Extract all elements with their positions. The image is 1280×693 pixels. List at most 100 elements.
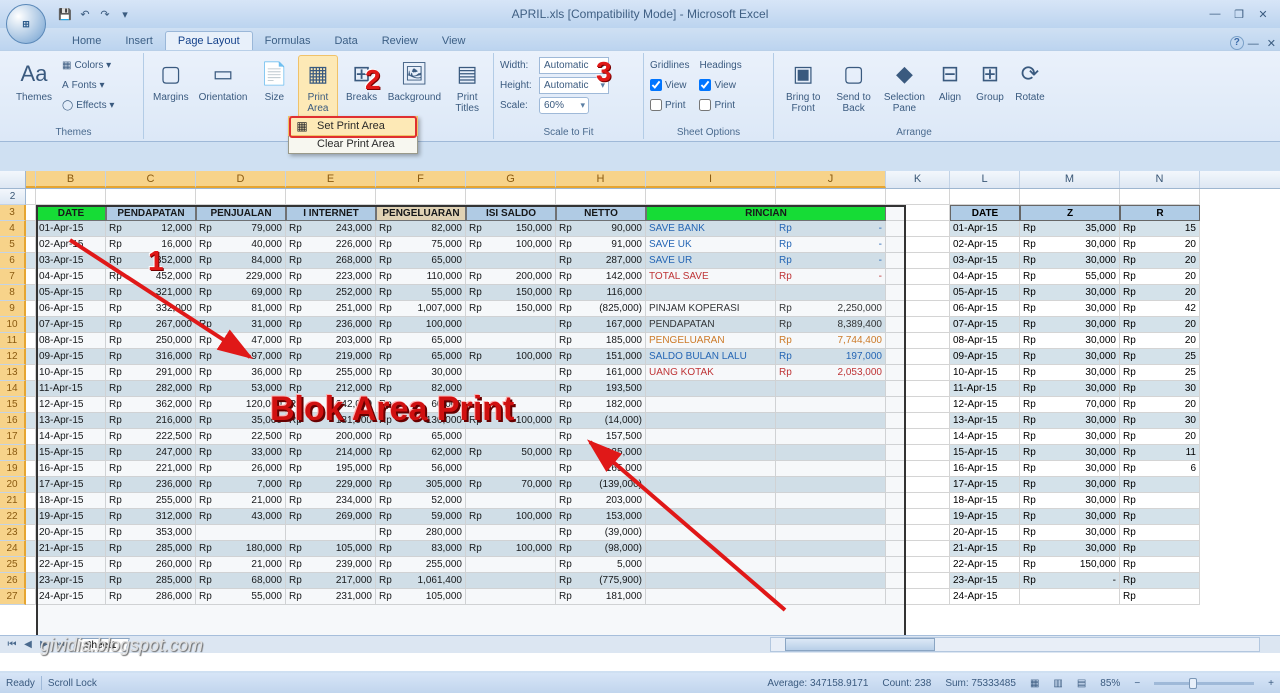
cell[interactable] xyxy=(776,509,886,525)
row-header[interactable]: 23 xyxy=(0,525,26,541)
cell[interactable]: Rp185,000 xyxy=(556,333,646,349)
cell[interactable]: Rp6 xyxy=(1120,461,1200,477)
cell[interactable] xyxy=(466,493,556,509)
cell[interactable]: Rp31,000 xyxy=(196,317,286,333)
cell[interactable]: DATE xyxy=(950,205,1020,221)
cell[interactable]: 04-Apr-15 xyxy=(950,269,1020,285)
cell[interactable]: Rp165,000 xyxy=(556,461,646,477)
cell[interactable] xyxy=(646,381,776,397)
cell[interactable] xyxy=(886,477,950,493)
cell[interactable]: Rp1,061,400 xyxy=(376,573,466,589)
cell[interactable]: 19-Apr-15 xyxy=(36,509,106,525)
cell[interactable]: Rp247,000 xyxy=(106,445,196,461)
cell[interactable] xyxy=(646,189,776,205)
cell[interactable] xyxy=(26,381,36,397)
rotate-button[interactable]: ⟳Rotate xyxy=(1012,55,1048,106)
cell[interactable]: Rp5,000 xyxy=(556,557,646,573)
cell[interactable] xyxy=(26,285,36,301)
cell[interactable] xyxy=(886,493,950,509)
orientation-button[interactable]: ▭Orientation xyxy=(196,55,251,106)
cell[interactable] xyxy=(26,397,36,413)
cell[interactable]: Rp234,000 xyxy=(286,493,376,509)
cell[interactable]: Rp xyxy=(1120,477,1200,493)
sheet-nav-first[interactable]: ⏮ xyxy=(4,639,20,650)
cell[interactable]: Rp30 xyxy=(1120,413,1200,429)
cell[interactable]: Rp50,000 xyxy=(466,445,556,461)
cell[interactable]: Rp157,500 xyxy=(556,429,646,445)
cell[interactable] xyxy=(886,397,950,413)
cell[interactable]: Rp7,000 xyxy=(196,477,286,493)
cell[interactable]: 05-Apr-15 xyxy=(36,285,106,301)
cell[interactable]: 08-Apr-15 xyxy=(950,333,1020,349)
cell[interactable]: 17-Apr-15 xyxy=(36,477,106,493)
cell[interactable]: Rp269,000 xyxy=(286,509,376,525)
cell[interactable]: 12-Apr-15 xyxy=(36,397,106,413)
cell[interactable] xyxy=(26,541,36,557)
cell[interactable]: Rp30,000 xyxy=(1020,285,1120,301)
cell[interactable]: Rp65,000 xyxy=(376,333,466,349)
cell[interactable]: Rp xyxy=(1120,557,1200,573)
cell[interactable]: 17-Apr-15 xyxy=(950,477,1020,493)
select-all-corner[interactable] xyxy=(0,171,26,188)
cell[interactable]: Rp226,000 xyxy=(286,237,376,253)
effects-button[interactable]: ◯Effects ▾ xyxy=(62,95,114,115)
row-header[interactable]: 8 xyxy=(0,285,26,301)
cell[interactable]: Rp xyxy=(1120,493,1200,509)
cell[interactable]: Rp(139,000) xyxy=(556,477,646,493)
cell[interactable]: 05-Apr-15 xyxy=(950,285,1020,301)
cell[interactable]: Rp20 xyxy=(1120,429,1200,445)
cell[interactable]: Rp321,000 xyxy=(106,285,196,301)
row-header[interactable]: 7 xyxy=(0,269,26,285)
cell[interactable] xyxy=(886,445,950,461)
cell[interactable] xyxy=(776,413,886,429)
align-button[interactable]: ⊟Align xyxy=(932,55,968,106)
cell[interactable]: Rp291,000 xyxy=(106,365,196,381)
cell[interactable]: Rp30 xyxy=(1120,381,1200,397)
cell[interactable]: PENDAPATAN xyxy=(106,205,196,221)
cell[interactable]: Rp25 xyxy=(1120,365,1200,381)
cell[interactable]: 21-Apr-15 xyxy=(36,541,106,557)
tab-page-layout[interactable]: Page Layout xyxy=(165,31,253,50)
cell[interactable]: Rp255,000 xyxy=(286,365,376,381)
themes-button[interactable]: AaThemes xyxy=(10,55,58,106)
cell[interactable]: Rp xyxy=(1120,509,1200,525)
cell[interactable] xyxy=(776,525,886,541)
cell[interactable]: Rp193,500 xyxy=(556,381,646,397)
cell[interactable]: Rp xyxy=(1120,541,1200,557)
cell[interactable]: Rp65,000 xyxy=(376,253,466,269)
cell[interactable]: UANG KOTAK xyxy=(646,365,776,381)
cell[interactable] xyxy=(26,269,36,285)
cell[interactable]: Rp268,000 xyxy=(286,253,376,269)
cell[interactable]: Rp55,000 xyxy=(1020,269,1120,285)
cell[interactable]: 04-Apr-15 xyxy=(36,269,106,285)
cell[interactable] xyxy=(776,573,886,589)
cell[interactable]: Rp182,000 xyxy=(556,397,646,413)
zoom-slider[interactable] xyxy=(1154,682,1254,685)
cell[interactable]: Rp(39,000) xyxy=(556,525,646,541)
cell[interactable] xyxy=(466,589,556,605)
cell[interactable]: Rp21,000 xyxy=(196,557,286,573)
cell[interactable] xyxy=(1120,189,1200,205)
cell[interactable]: 13-Apr-15 xyxy=(36,413,106,429)
cell[interactable]: Rp135,000 xyxy=(556,445,646,461)
view-normal-icon[interactable]: ▦ xyxy=(1030,678,1039,689)
cell[interactable] xyxy=(886,205,950,221)
cell[interactable] xyxy=(886,509,950,525)
cell[interactable]: Rp287,000 xyxy=(556,253,646,269)
cell[interactable]: Rp- xyxy=(776,269,886,285)
cell[interactable]: ISI SALDO xyxy=(466,205,556,221)
cell[interactable] xyxy=(886,253,950,269)
cell[interactable]: Rp33,000 xyxy=(196,445,286,461)
set-print-area-item[interactable]: ▦Set Print Area xyxy=(288,116,418,136)
size-button[interactable]: 📄Size xyxy=(255,55,295,106)
cell[interactable]: Rp260,000 xyxy=(106,557,196,573)
cell[interactable] xyxy=(646,461,776,477)
row-header[interactable]: 11 xyxy=(0,333,26,349)
cell[interactable]: Rp105,000 xyxy=(376,589,466,605)
cell[interactable]: Rp- xyxy=(776,237,886,253)
cell[interactable]: Rp150,000 xyxy=(466,221,556,237)
cell[interactable]: Rp116,000 xyxy=(556,285,646,301)
cell[interactable] xyxy=(26,365,36,381)
cell[interactable]: Rp236,000 xyxy=(286,317,376,333)
cell[interactable]: Rp69,000 xyxy=(196,285,286,301)
